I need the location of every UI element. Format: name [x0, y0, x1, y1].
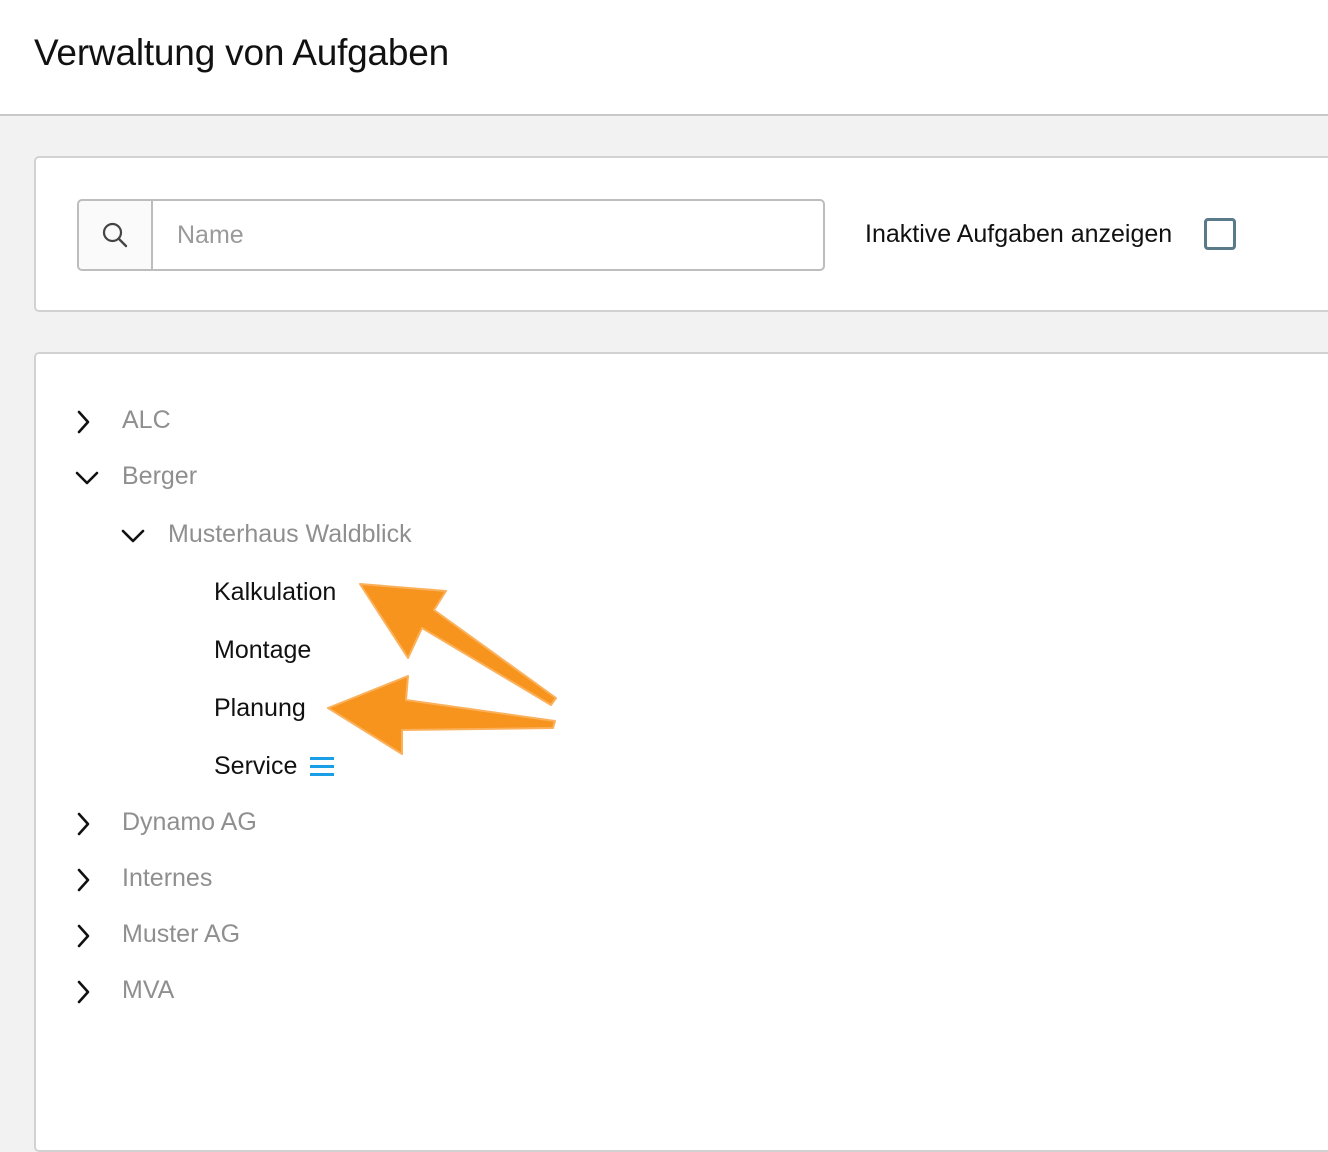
- chevron-right-icon[interactable]: [70, 408, 98, 436]
- chevron-right-icon[interactable]: [70, 922, 98, 950]
- page-header: Verwaltung von Aufgaben: [0, 0, 1328, 116]
- tree-node-label: MVA: [122, 976, 175, 1004]
- chevron-down-icon[interactable]: [73, 464, 101, 492]
- search-box: [77, 199, 825, 271]
- search-input[interactable]: [153, 201, 821, 269]
- tree-node-alc[interactable]: ALC: [70, 402, 470, 442]
- task-item-kalkulation[interactable]: Kalkulation: [214, 574, 514, 614]
- task-label: Service: [214, 752, 298, 780]
- page-title: Verwaltung von Aufgaben: [34, 32, 450, 73]
- tree-node-muster-ag[interactable]: Muster AG: [70, 916, 470, 956]
- task-label: Kalkulation: [214, 578, 337, 606]
- filter-panel: Inaktive Aufgaben anzeigen: [34, 156, 1328, 312]
- tree-node-dynamo-ag[interactable]: Dynamo AG: [70, 804, 470, 844]
- tree-node-berger[interactable]: Berger: [70, 458, 470, 498]
- tree-node-label: Internes: [122, 864, 213, 892]
- tree-node-musterhaus-waldblick[interactable]: Musterhaus Waldblick: [116, 516, 616, 556]
- tree-node-label: Dynamo AG: [122, 808, 257, 836]
- chevron-right-icon[interactable]: [70, 810, 98, 838]
- task-label: Planung: [214, 694, 306, 722]
- tree-node-internes[interactable]: Internes: [70, 860, 470, 900]
- chevron-down-icon[interactable]: [119, 522, 147, 550]
- chevron-right-icon[interactable]: [70, 866, 98, 894]
- task-label: Montage: [214, 636, 312, 664]
- tree-node-label: ALC: [122, 406, 171, 434]
- chevron-right-icon[interactable]: [70, 978, 98, 1006]
- menu-icon[interactable]: [310, 756, 334, 778]
- task-item-planung[interactable]: Planung: [214, 690, 514, 730]
- inactive-tasks-label: Inaktive Aufgaben anzeigen: [865, 220, 1173, 248]
- search-addon[interactable]: [79, 201, 153, 269]
- search-icon: [102, 222, 128, 248]
- tree-node-label: Musterhaus Waldblick: [168, 520, 412, 548]
- tree-node-label: Muster AG: [122, 920, 241, 948]
- task-item-service[interactable]: Service: [214, 748, 514, 788]
- tree-node-label: Berger: [122, 462, 198, 490]
- inactive-tasks-checkbox[interactable]: [1204, 218, 1236, 250]
- task-item-montage[interactable]: Montage: [214, 632, 514, 672]
- tree-node-mva[interactable]: MVA: [70, 972, 470, 1012]
